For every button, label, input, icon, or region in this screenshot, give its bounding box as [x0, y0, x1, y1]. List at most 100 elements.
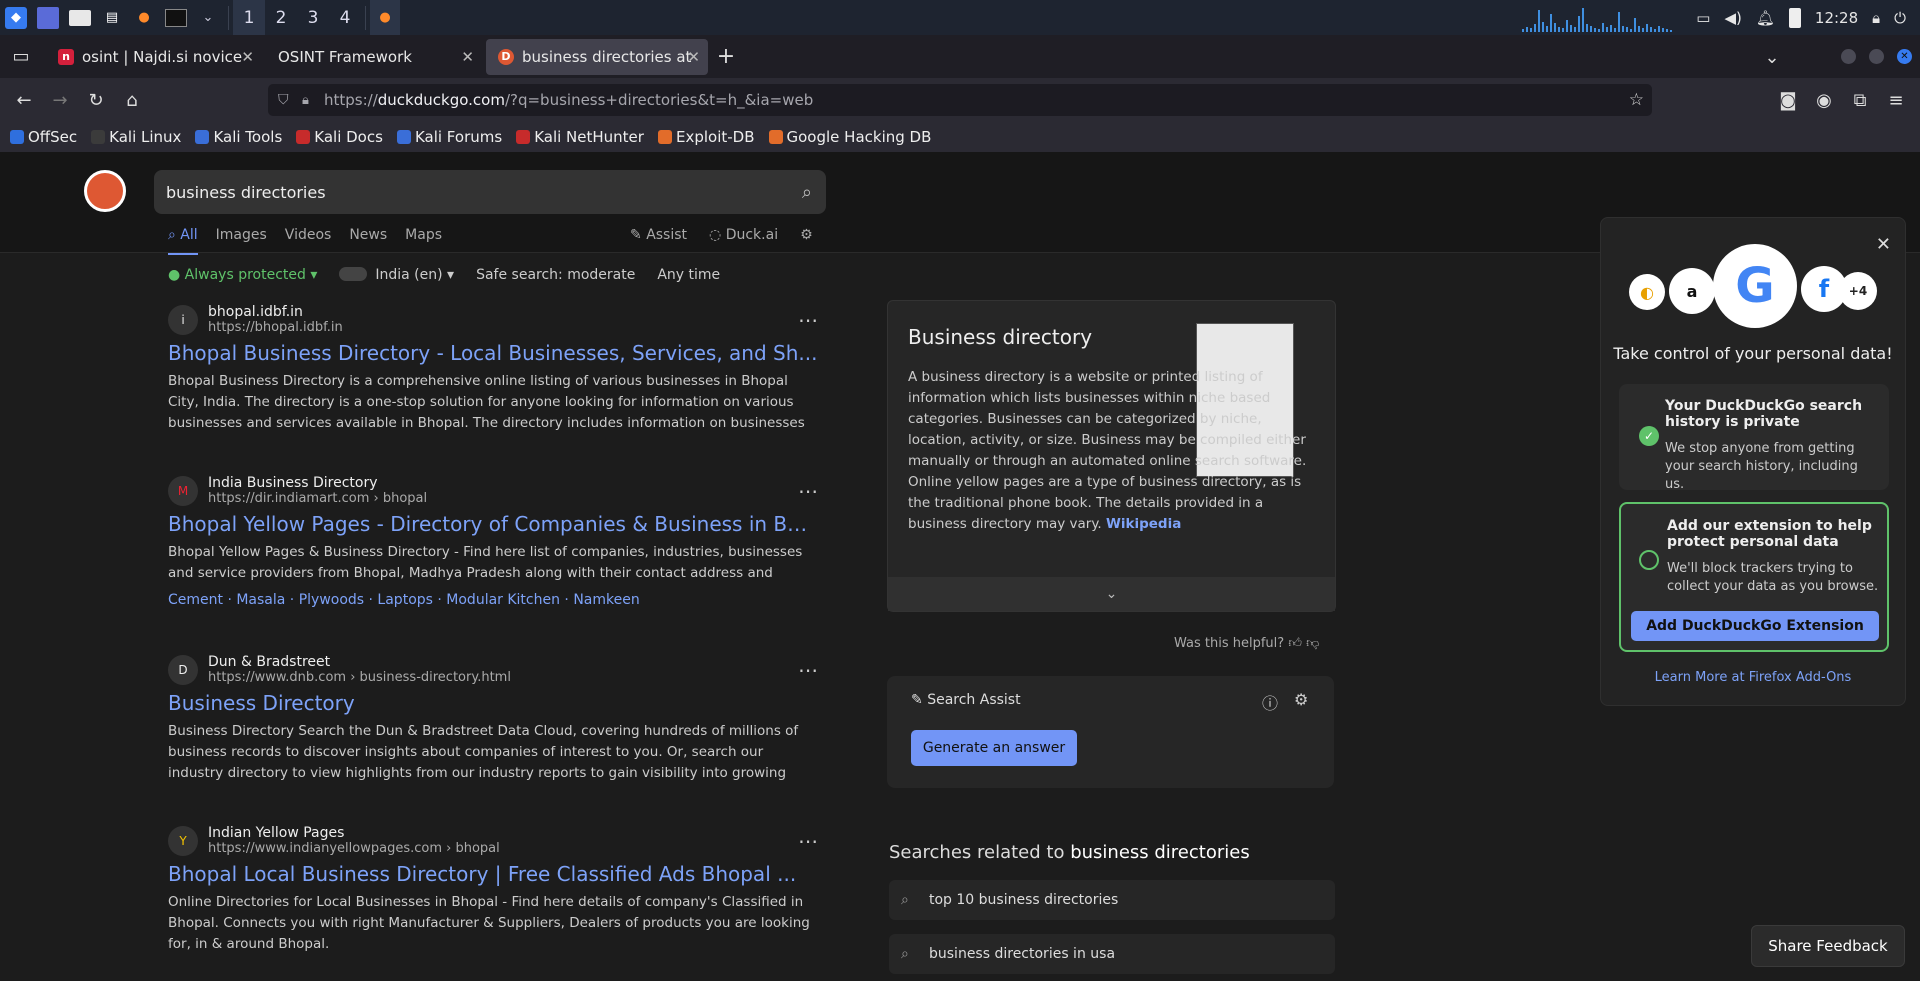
tab-najdi[interactable]: n osint | Najdi.si novice ✕: [46, 35, 266, 78]
region-toggle[interactable]: India (en) ▾: [339, 267, 454, 283]
close-icon[interactable]: ✕: [687, 48, 700, 66]
bookmark-ghdb[interactable]: Google Hacking DB: [768, 128, 931, 146]
add-extension-button[interactable]: Add DuckDuckGo Extension: [1631, 611, 1879, 641]
tab-list-icon[interactable]: ▭: [0, 39, 42, 75]
battery-icon[interactable]: [1788, 7, 1801, 28]
tab-all[interactable]: ⌕ All: [168, 227, 198, 255]
privacy-promo-popup: ✕ ◐ a G f +4 Take control of your person…: [1600, 217, 1906, 706]
result-title[interactable]: Bhopal Business Directory - Local Busine…: [168, 341, 818, 365]
lock-icon[interactable]: 🔒︎: [302, 93, 309, 108]
result-url[interactable]: https://bhopal.idbf.in: [208, 320, 343, 335]
firefox-icon[interactable]: ●: [133, 7, 155, 29]
editor-icon[interactable]: ▤: [101, 7, 123, 29]
shield-icon[interactable]: ⛉: [278, 92, 289, 108]
related-search-item[interactable]: ⌕ top 10 business directories: [889, 880, 1335, 920]
generate-answer-button[interactable]: Generate an answer: [911, 730, 1077, 766]
result-site[interactable]: India Business Directory: [208, 475, 427, 491]
back-icon[interactable]: ←: [6, 82, 42, 118]
more-options-icon[interactable]: ⋯: [798, 658, 818, 682]
thumbs-down-icon[interactable]: 👎︎: [1306, 636, 1319, 651]
bookmark-offsec[interactable]: OffSec: [10, 128, 77, 146]
tab-osint-framework[interactable]: OSINT Framework ✕: [266, 35, 486, 78]
tab-assist[interactable]: ✎ Assist: [630, 227, 687, 243]
safe-search-filter[interactable]: Safe search: moderate: [476, 267, 635, 283]
star-icon[interactable]: ☆: [1629, 90, 1644, 110]
time-filter[interactable]: Any time: [657, 267, 720, 283]
wikipedia-link[interactable]: Wikipedia: [1106, 516, 1181, 532]
tab-news[interactable]: News: [349, 227, 387, 255]
workspace-4[interactable]: 4: [329, 0, 361, 35]
share-feedback-button[interactable]: Share Feedback: [1751, 925, 1905, 967]
tab-duck-ai[interactable]: ◌ Duck.ai: [709, 227, 778, 243]
clock[interactable]: 12:28: [1815, 9, 1858, 27]
result-site[interactable]: Indian Yellow Pages: [208, 825, 500, 841]
info-icon[interactable]: ⓘ: [1262, 690, 1278, 714]
more-options-icon[interactable]: ⋯: [798, 308, 818, 332]
chevron-down-icon[interactable]: ⌄: [197, 7, 219, 29]
settings-gear-icon[interactable]: ⚙: [1294, 690, 1308, 709]
firefox-window-icon[interactable]: ●: [370, 0, 400, 35]
forward-icon[interactable]: →: [42, 82, 78, 118]
files-icon[interactable]: [69, 9, 91, 26]
tab-maps[interactable]: Maps: [405, 227, 442, 255]
search-icon[interactable]: ⌕: [802, 182, 812, 203]
thumbs-up-icon[interactable]: 👍︎: [1288, 636, 1302, 651]
lock-icon[interactable]: 🔒︎: [1872, 9, 1880, 27]
minimize-button[interactable]: [1841, 49, 1856, 64]
pocket-icon[interactable]: ◙: [1770, 82, 1806, 118]
duckduckgo-logo[interactable]: [84, 170, 126, 212]
close-icon[interactable]: ✕: [461, 48, 474, 66]
kali-menu-icon[interactable]: ◆: [5, 6, 27, 29]
result-url[interactable]: https://dir.indiamart.com › bhopal: [208, 491, 427, 506]
tab-videos[interactable]: Videos: [285, 227, 332, 255]
extensions-icon[interactable]: ⧉: [1842, 82, 1878, 118]
search-input[interactable]: business directories ⌕: [154, 170, 826, 214]
chevron-down-icon[interactable]: ⌄: [1754, 39, 1790, 75]
account-icon[interactable]: ◉: [1806, 82, 1842, 118]
related-search-item[interactable]: ⌕ business directories in usa: [889, 934, 1335, 974]
maximize-button[interactable]: [1869, 49, 1884, 64]
expand-chevron-icon[interactable]: ⌄: [888, 577, 1335, 611]
bookmark-kali-forums[interactable]: Kali Forums: [396, 128, 502, 146]
close-icon[interactable]: ✕: [1876, 234, 1891, 255]
close-window-button[interactable]: ✕: [1897, 49, 1912, 64]
result-sitelinks[interactable]: Cement · Masala · Plywoods · Laptops · M…: [168, 592, 818, 608]
site-favicon-icon: Y: [168, 825, 198, 856]
bookmark-kali-linux[interactable]: Kali Linux: [91, 128, 181, 146]
bookmark-kali-nethunter[interactable]: Kali NetHunter: [516, 128, 644, 146]
terminal-icon[interactable]: [165, 8, 187, 27]
bookmark-kali-docs[interactable]: Kali Docs: [296, 128, 383, 146]
bookmark-exploit-db[interactable]: Exploit-DB: [657, 128, 755, 146]
power-icon[interactable]: ⏻: [1894, 9, 1906, 27]
tab-images[interactable]: Images: [216, 227, 267, 255]
close-icon[interactable]: ✕: [241, 48, 254, 66]
bookmark-kali-tools[interactable]: Kali Tools: [195, 128, 282, 146]
result-url[interactable]: https://www.indianyellowpages.com › bhop…: [208, 841, 500, 856]
result-title[interactable]: Bhopal Local Business Directory | Free C…: [168, 862, 818, 886]
volume-icon[interactable]: ◀): [1724, 9, 1741, 27]
settings-gear-icon[interactable]: ⚙: [800, 227, 813, 243]
result-site[interactable]: bhopal.idbf.in: [208, 304, 343, 320]
bell-icon[interactable]: 🔔︎: [1756, 9, 1775, 27]
workspace-1[interactable]: 1: [233, 0, 265, 35]
tab-duckduckgo[interactable]: D business directories at Du ✕: [486, 38, 708, 75]
url-prefix: https://: [324, 91, 378, 109]
learn-more-link[interactable]: Learn More at Firefox Add-Ons: [1601, 670, 1905, 685]
result-url[interactable]: https://www.dnb.com › business-directory…: [208, 670, 511, 685]
display-icon[interactable]: ▭: [1696, 9, 1710, 27]
more-options-icon[interactable]: ⋯: [798, 479, 818, 503]
new-tab-icon[interactable]: +: [708, 39, 744, 75]
result-title[interactable]: Business Directory: [168, 691, 818, 715]
desktop-icon[interactable]: [37, 6, 59, 29]
menu-icon[interactable]: ≡: [1878, 82, 1914, 118]
more-options-icon[interactable]: ⋯: [798, 829, 818, 853]
workspace-3[interactable]: 3: [297, 0, 329, 35]
result-title[interactable]: Bhopal Yellow Pages - Directory of Compa…: [168, 512, 818, 536]
network-bar: [1530, 27, 1533, 32]
url-bar[interactable]: ⛉ 🔒︎ https://duckduckgo.com/?q=business+…: [268, 84, 1652, 116]
workspace-2[interactable]: 2: [265, 0, 297, 35]
result-site[interactable]: Dun & Bradstreet: [208, 654, 511, 670]
reload-icon[interactable]: ↻: [78, 82, 114, 118]
home-icon[interactable]: ⌂: [114, 82, 150, 118]
protection-filter[interactable]: ● Always protected ▾: [168, 267, 317, 283]
